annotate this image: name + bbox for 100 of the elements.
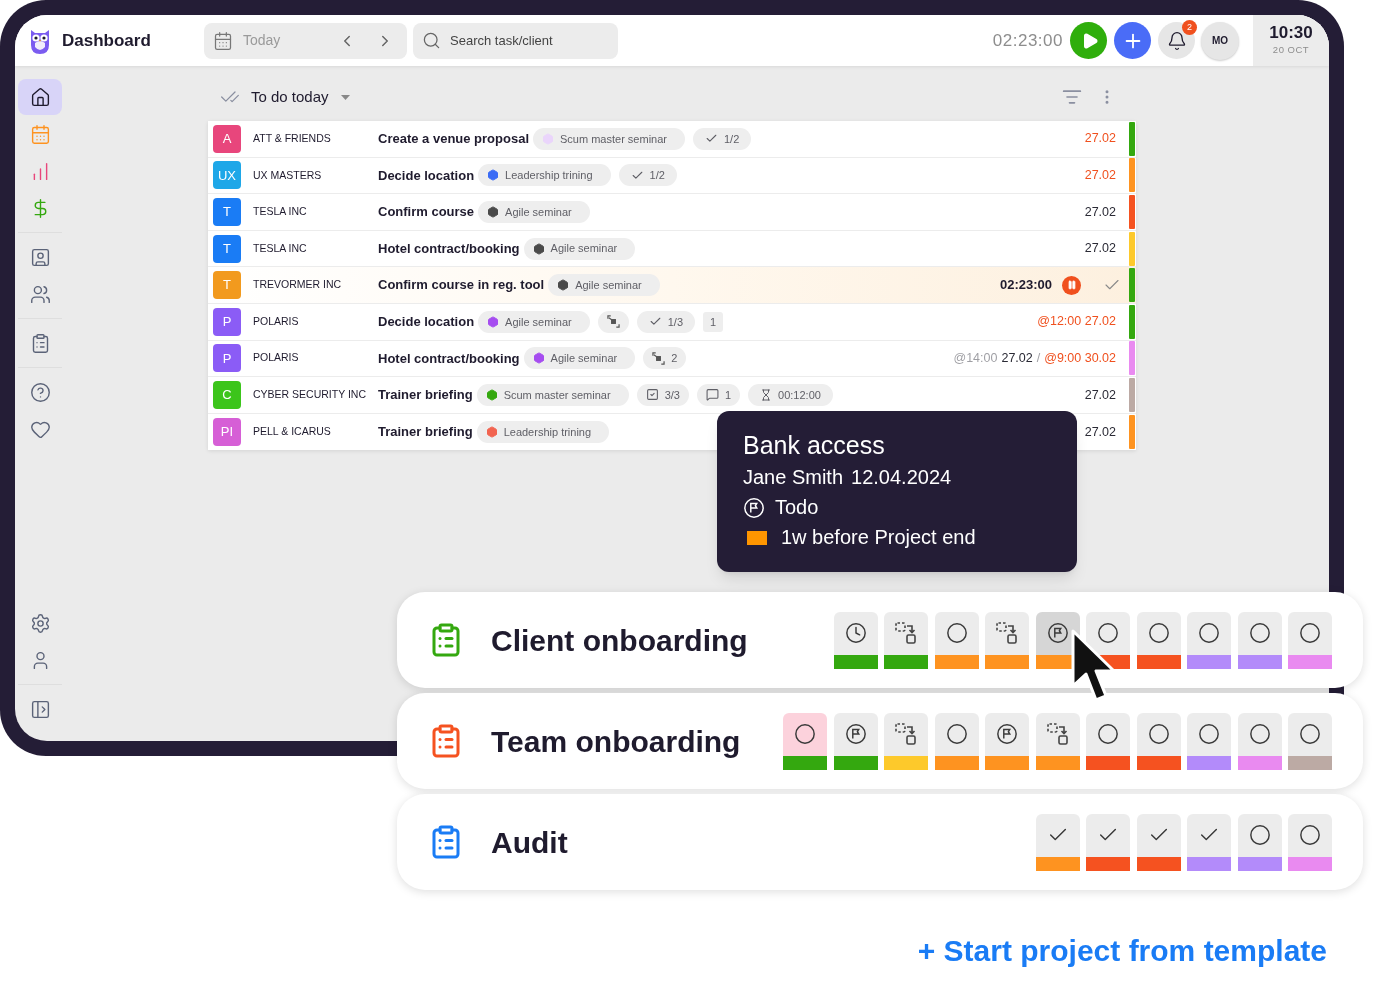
user-avatar[interactable]: MO: [1201, 21, 1239, 60]
circle-icon: [945, 723, 968, 745]
step-tile[interactable]: [1237, 813, 1282, 871]
checkbox-icon: [645, 388, 659, 402]
due-date: 27.02: [1084, 203, 1116, 221]
step-tile[interactable]: [985, 712, 1029, 770]
task-title: Create a venue proposal: [378, 130, 529, 149]
task-title: Confirm course: [378, 203, 475, 222]
template-card[interactable]: Client onboarding: [397, 592, 1363, 688]
step-tile[interactable]: [934, 712, 979, 770]
task-row[interactable]: P POLARIS Decide location Agile seminar 1/3 1 @12:00 27.02: [208, 303, 1136, 341]
template-title: Team onboarding: [491, 723, 741, 760]
step-tile[interactable]: [1187, 611, 1231, 669]
task-title: Hotel contract/booking: [378, 239, 520, 258]
step-tile[interactable]: [1237, 611, 1282, 669]
settings-icon: [29, 612, 51, 634]
notification-badge: 2: [1182, 20, 1197, 35]
circle-icon: [945, 622, 968, 644]
timer-tag: 00:12:00: [748, 383, 833, 406]
task-row[interactable]: T TREVORMER INC Confirm course in reg. tool Agile seminar 02:23:00: [208, 267, 1136, 304]
client-avatar: P: [213, 344, 241, 373]
move-icon: [995, 621, 1019, 645]
circle-icon: [1198, 622, 1220, 644]
circle-icon: [1248, 723, 1271, 745]
notifications-button[interactable]: 2: [1158, 22, 1195, 59]
panel-icon: [29, 698, 51, 720]
step-tile[interactable]: [884, 611, 928, 669]
template-card[interactable]: Team onboarding: [397, 693, 1363, 789]
search-field[interactable]: Search task/client: [413, 22, 618, 59]
start-timer-button[interactable]: [1070, 22, 1107, 59]
circle-icon: [1299, 723, 1321, 745]
step-tile[interactable]: [783, 712, 827, 770]
flag-icon: [996, 723, 1018, 745]
checkbox-tag: 3/3: [636, 383, 689, 406]
client-name: TREVORMER INC: [253, 277, 343, 293]
client-name: TESLA INC: [253, 204, 308, 220]
move-icon: [894, 722, 918, 746]
template-title: Client onboarding: [491, 622, 748, 659]
circle-icon: [1147, 723, 1170, 745]
task-title: Trainer briefing: [378, 386, 473, 405]
task-row[interactable]: T TESLA INC Hotel contract/booking Agile seminar 27.02: [208, 230, 1136, 268]
template-card[interactable]: Audit: [397, 794, 1363, 890]
circle-icon: [1299, 622, 1321, 644]
project-tag: Agile seminar: [523, 237, 636, 260]
project-tag: Agile seminar: [548, 274, 660, 297]
step-tile[interactable]: [1086, 813, 1130, 871]
step-tile[interactable]: [985, 611, 1029, 669]
step-tile[interactable]: [1035, 611, 1080, 669]
sidebar-item[interactable]: [18, 79, 62, 115]
due-date: /: [1036, 350, 1041, 367]
project-tag: Agile seminar: [523, 347, 636, 370]
task-row[interactable]: UX UX MASTERS Decide location Leadership trining 1/2 27.02: [208, 157, 1136, 195]
task-row[interactable]: T TESLA INC Confirm course Agile seminar 27.02: [208, 194, 1136, 231]
due-date: 27.02: [1001, 350, 1033, 367]
step-tile[interactable]: [833, 611, 878, 669]
step-tile[interactable]: [1187, 712, 1231, 770]
tooltip-date: 12.04.2024: [851, 465, 952, 490]
app-title: Dashboard: [62, 29, 151, 52]
step-tile[interactable]: [1136, 712, 1181, 770]
task-row[interactable]: C CYBER SECURITY INC Trainer briefing Scum master seminar 3/3 1 00:12:00 27.02: [208, 377, 1136, 414]
task-title: Decide location: [378, 166, 475, 185]
list-selector[interactable]: To do today: [251, 85, 350, 109]
checklist-tag: 1/3: [636, 310, 695, 333]
step-tile[interactable]: [1288, 712, 1332, 770]
circle-icon: [1299, 824, 1321, 846]
tooltip-deadline: 1w before Project end: [781, 525, 976, 550]
step-tile[interactable]: [1237, 712, 1282, 770]
due-date: 27.02: [1084, 240, 1116, 258]
step-tile[interactable]: [1288, 813, 1332, 871]
step-tile[interactable]: [1035, 813, 1080, 871]
step-tile[interactable]: [1288, 611, 1332, 669]
users-icon: [29, 283, 51, 305]
step-tile[interactable]: [934, 611, 979, 669]
start-project-link[interactable]: + Start project from template: [917, 928, 1327, 973]
step-tile[interactable]: [1136, 611, 1181, 669]
due-date: 27.02: [1084, 130, 1116, 148]
client-avatar: UX: [213, 161, 241, 190]
checklist-tag: 1/2: [693, 127, 752, 150]
tooltip-status: Todo: [775, 495, 819, 520]
pause-button[interactable]: [1062, 275, 1081, 295]
step-tile[interactable]: [1136, 813, 1181, 871]
circle-icon: [794, 723, 816, 745]
step-tile[interactable]: [1086, 712, 1130, 770]
due-date: 27.02: [1084, 167, 1116, 184]
client-name: ATT & FRIENDS: [253, 130, 332, 146]
flag-icon: [1046, 622, 1069, 644]
step-tile[interactable]: [884, 712, 928, 770]
add-button[interactable]: [1114, 22, 1151, 59]
step-tile[interactable]: [1187, 813, 1231, 871]
client-avatar: P: [213, 307, 241, 336]
due-date: @9:00 30.02: [1044, 350, 1116, 367]
pause-icon: [1066, 280, 1077, 291]
project-tag: Scum master seminar: [476, 383, 629, 406]
task-row[interactable]: P POLARIS Hotel contract/booking Agile seminar 2 @14:00 27.02 / @9:00 30.02: [208, 340, 1136, 378]
step-tile[interactable]: [833, 712, 878, 770]
clock-date: 20 OCT: [1272, 43, 1310, 58]
task-row[interactable]: A ATT & FRIENDS Create a venue proposal Scum master seminar 1/2 27.02: [208, 121, 1136, 158]
step-tile[interactable]: [1035, 712, 1080, 770]
filter-icon[interactable]: [1062, 87, 1082, 107]
checklist-tag: 1/2: [618, 164, 677, 187]
